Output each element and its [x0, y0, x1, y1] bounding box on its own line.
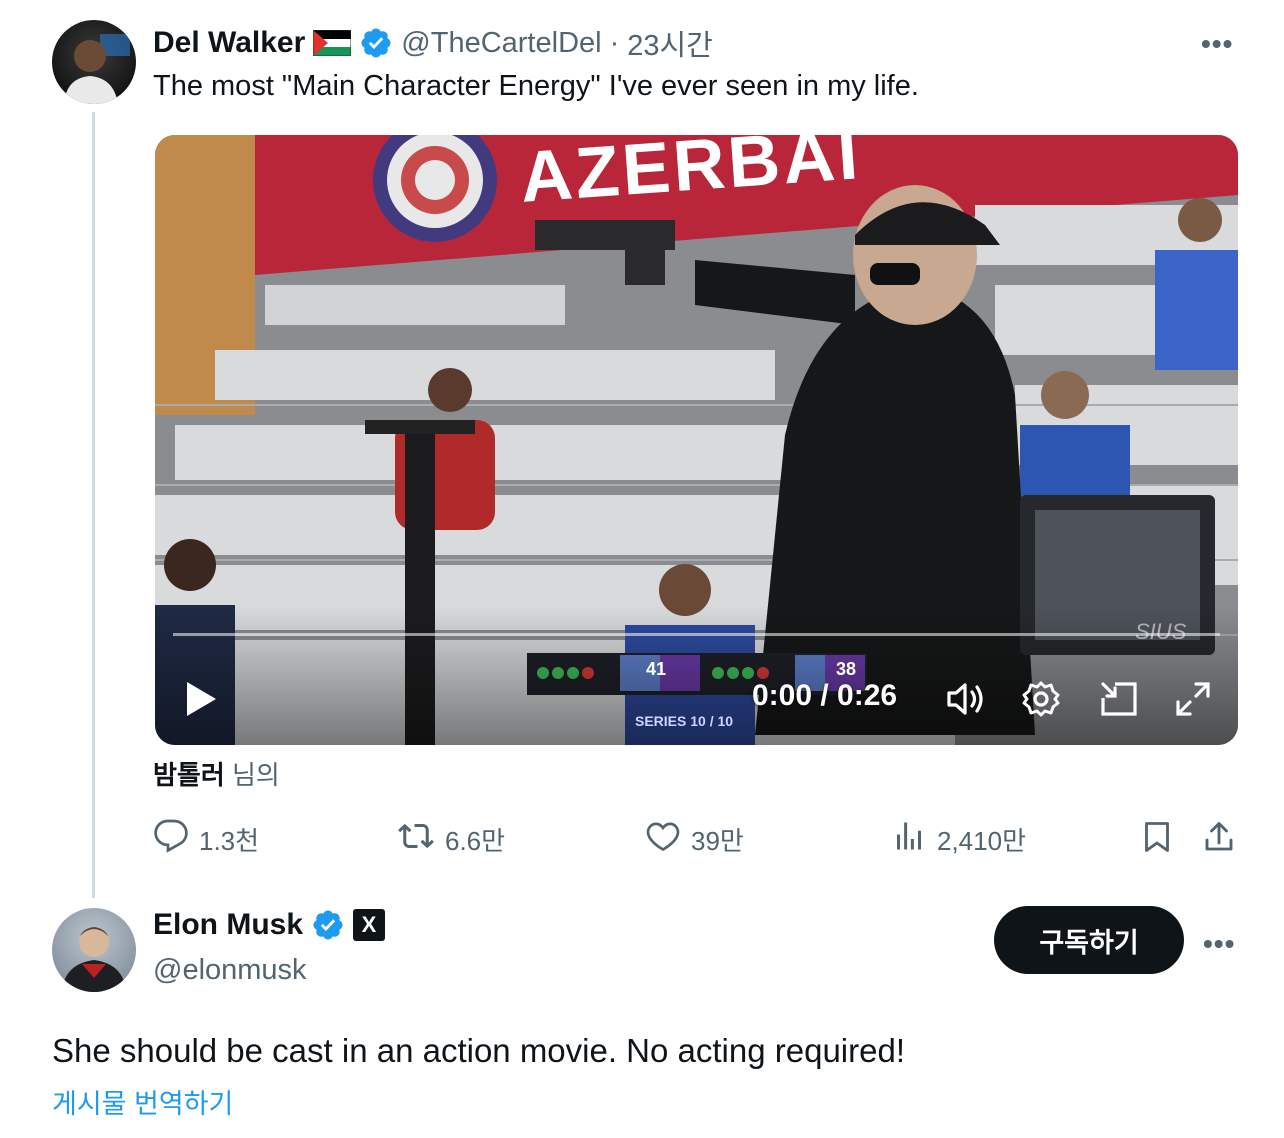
- settings-icon[interactable]: [1022, 680, 1060, 723]
- views-icon: [891, 818, 927, 861]
- share-icon[interactable]: [1201, 818, 1237, 861]
- views-button[interactable]: 2,410만: [891, 818, 1026, 861]
- verified-icon[interactable]: [311, 908, 345, 942]
- like-icon: [645, 818, 681, 861]
- author-name[interactable]: Del Walker: [153, 26, 305, 60]
- like-button[interactable]: 39만: [645, 818, 744, 861]
- video-attribution[interactable]: 밤톨러 님의: [153, 755, 280, 792]
- repost-count: 6.6만: [445, 826, 506, 856]
- attribution-suffix: 님의: [224, 760, 280, 790]
- x-logo-icon[interactable]: X: [353, 909, 386, 941]
- tweet-time[interactable]: 23시간: [627, 22, 713, 64]
- thread-connector-line: [92, 112, 95, 898]
- score-left: 41: [646, 659, 667, 679]
- attribution-user[interactable]: 밤톨러: [153, 760, 225, 790]
- reply-icon: [153, 818, 189, 861]
- header-separator: ·: [609, 26, 620, 59]
- more-icon[interactable]: •••: [1201, 30, 1233, 58]
- avatar-elon-musk[interactable]: [52, 908, 136, 992]
- reply-author-handle[interactable]: @elonmusk: [153, 954, 307, 987]
- avatar-del-walker[interactable]: [52, 20, 136, 104]
- video-frame: [155, 135, 1238, 745]
- play-icon[interactable]: [183, 679, 219, 724]
- reply-text: She should be cast in an action movie. N…: [52, 1032, 906, 1069]
- tweet-text: The most "Main Character Energy" I've ev…: [153, 70, 919, 102]
- video-time: 0:00 / 0:26: [752, 679, 898, 712]
- volume-icon[interactable]: [945, 681, 987, 722]
- views-count: 2,410만: [937, 826, 1026, 856]
- more-icon[interactable]: •••: [1203, 930, 1235, 958]
- reply-count: 1.3천: [199, 826, 260, 856]
- tweet-header: Del Walker @TheCartelDel · 23시간: [153, 22, 713, 64]
- flag-icon: [312, 29, 352, 57]
- translate-link[interactable]: 게시물 번역하기: [52, 1082, 233, 1121]
- pip-icon[interactable]: [1099, 680, 1139, 723]
- series-label: SERIES 10 / 10: [635, 713, 734, 729]
- score-right: 38: [836, 659, 857, 679]
- like-count: 39만: [691, 826, 744, 856]
- subscribe-button[interactable]: 구독하기: [994, 906, 1184, 974]
- fullscreen-icon[interactable]: [1174, 680, 1212, 723]
- repost-button[interactable]: 6.6만: [397, 818, 505, 861]
- watermark: SIUS: [1135, 619, 1187, 644]
- reply-author-name[interactable]: Elon Musk: [153, 908, 303, 942]
- verified-icon[interactable]: [359, 26, 393, 60]
- repost-icon: [397, 818, 435, 861]
- reply-button[interactable]: 1.3천: [153, 818, 259, 861]
- video-player[interactable]: AZERBAI 41 38 SERIES 10 / 10 SIUS 0:00 /…: [155, 135, 1238, 745]
- reply-header: Elon Musk X: [153, 908, 386, 942]
- bookmark-icon[interactable]: [1139, 818, 1175, 861]
- author-handle[interactable]: @TheCartelDel: [401, 27, 601, 60]
